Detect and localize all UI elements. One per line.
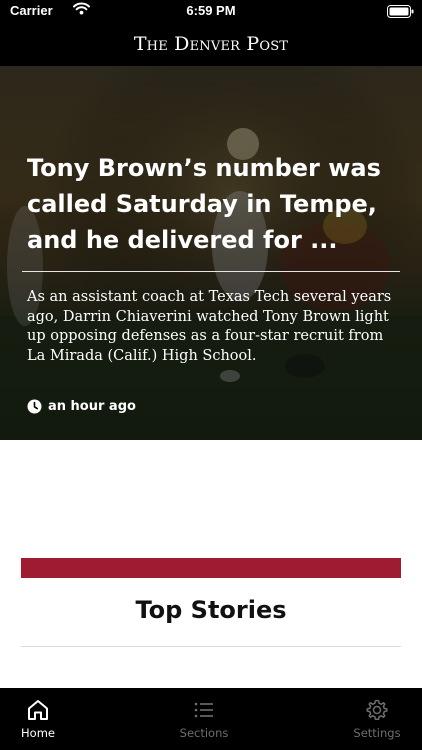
tab-settings-label: Settings (353, 726, 401, 740)
clock-time: 6:59 PM (186, 3, 236, 18)
tab-bar: Home Sections Settings (0, 688, 422, 750)
section-title: Top Stories (135, 596, 287, 624)
hero-summary: As an assistant coach at Texas Tech seve… (27, 289, 392, 364)
status-bar: Carrier 6:59 PM (0, 0, 422, 22)
hero-timestamp: an hour ago (27, 397, 136, 415)
list-icon (191, 697, 217, 723)
hero-story[interactable]: Tony Brown’s number was called Saturday … (0, 66, 422, 440)
battery-icon (387, 5, 414, 21)
clock-icon (27, 399, 42, 414)
hero-divider (22, 271, 400, 272)
hero-headline[interactable]: Tony Brown’s number was called Saturday … (27, 150, 397, 258)
gear-icon (364, 697, 390, 723)
time-ago-label: an hour ago (48, 398, 136, 414)
tab-home[interactable]: Home (0, 688, 108, 750)
home-icon (25, 697, 51, 723)
masthead-title: The Denver Post (133, 33, 289, 55)
section-divider (21, 646, 401, 647)
tab-sections[interactable]: Sections (134, 688, 274, 750)
tab-settings[interactable]: Settings (307, 688, 422, 750)
masthead-logo: The Denver Post (0, 22, 422, 66)
tab-sections-label: Sections (179, 726, 229, 740)
section-accent-band (21, 558, 401, 578)
tab-home-label: Home (21, 726, 55, 740)
